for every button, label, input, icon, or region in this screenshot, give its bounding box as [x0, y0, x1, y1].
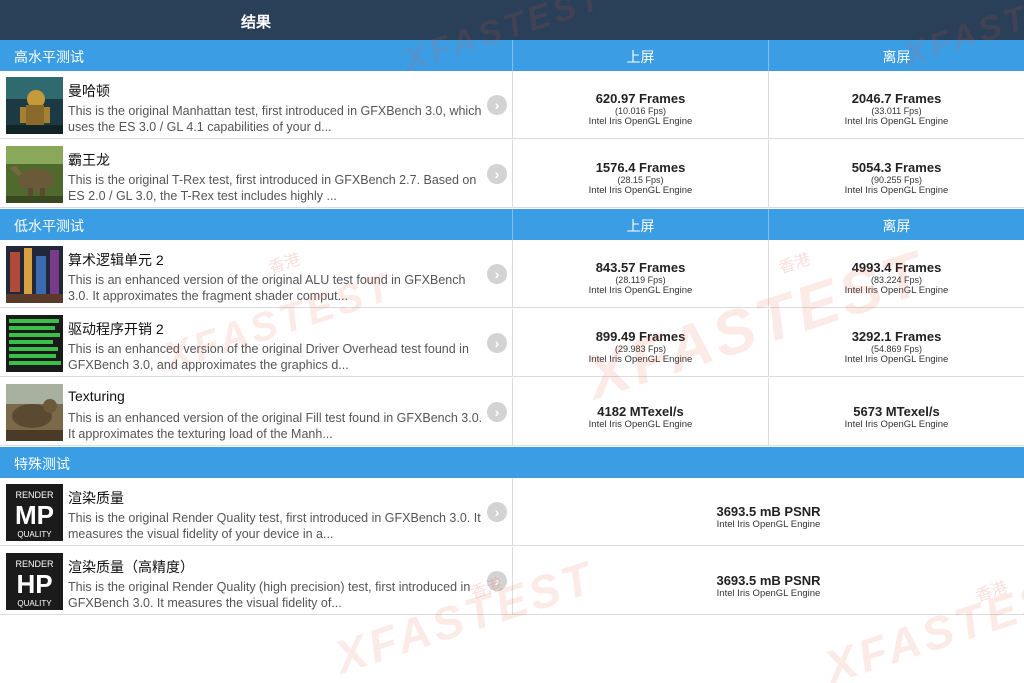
result-engine: Intel Iris OpenGL Engine: [844, 354, 949, 365]
result-fps: (54.869 Fps): [870, 344, 923, 354]
result-fps: (28.15 Fps): [617, 175, 664, 185]
test-row-render-quality-high-precision[interactable]: RENDER HP QUALITY 渲染质量（高精度） This is the …: [0, 547, 1024, 615]
column-label-onscreen: 上屏: [626, 218, 655, 234]
test-description: This is the original Manhattan test, fir…: [68, 104, 482, 134]
test-row-t-rex[interactable]: 霸王龙 This is the original T-Rex test, fir…: [0, 140, 1024, 208]
test-description: This is the original Render Quality test…: [68, 511, 481, 541]
result-fps: (33.011 Fps): [871, 106, 922, 116]
onscreen-result: 4182 MTexel/s Intel Iris OpenGL Engine: [513, 378, 768, 446]
render-quality-hp-result: 3693.5 mB PSNR Intel Iris OpenGL Engine: [513, 547, 1024, 615]
chevron-right-icon[interactable]: ›: [487, 502, 507, 522]
result-fps: (29.983 Fps): [614, 344, 667, 354]
manhattan-thumbnail: [6, 77, 63, 134]
test-description: This is an enhanced version of the origi…: [68, 411, 483, 441]
render-quality-result: 3693.5 mB PSNR Intel Iris OpenGL Engine: [513, 478, 1024, 546]
t-rex-thumbnail: [6, 146, 63, 203]
chevron-right-icon[interactable]: ›: [487, 333, 507, 353]
result-engine: Intel Iris OpenGL Engine: [844, 419, 949, 430]
offscreen-result: 2046.7 Frames (33.011 Fps) Intel Iris Op…: [769, 71, 1024, 139]
result-engine: Intel Iris OpenGL Engine: [588, 285, 693, 296]
onscreen-result: 899.49 Frames (29.983 Fps) Intel Iris Op…: [513, 309, 768, 377]
test-name: 霸王龙: [68, 152, 110, 168]
chevron-right-icon[interactable]: ›: [487, 264, 507, 284]
chevron-right-icon[interactable]: ›: [487, 164, 507, 184]
offscreen-result: 5673 MTexel/s Intel Iris OpenGL Engine: [769, 378, 1024, 446]
test-name: 算术逻辑单元 2: [68, 252, 164, 268]
results-header-bar: 结果: [0, 0, 1024, 40]
result-frames: 620.97 Frames: [595, 91, 686, 106]
offscreen-result: 3292.1 Frames (54.869 Fps) Intel Iris Op…: [769, 309, 1024, 377]
result-engine: Intel Iris OpenGL Engine: [716, 588, 821, 599]
result-engine: Intel Iris OpenGL Engine: [588, 419, 693, 430]
result-frames: 843.57 Frames: [595, 260, 686, 275]
onscreen-result: 843.57 Frames (28.119 Fps) Intel Iris Op…: [513, 240, 768, 308]
result-frames: 5054.3 Frames: [851, 160, 942, 175]
test-name: 渲染质量: [68, 490, 124, 506]
result-engine: Intel Iris OpenGL Engine: [844, 116, 949, 127]
texturing-thumbnail: [6, 384, 63, 441]
result-texel-rate: 4182 MTexel/s: [597, 404, 684, 419]
result-fps: (10.016 Fps): [614, 106, 667, 116]
result-engine: Intel Iris OpenGL Engine: [844, 185, 949, 196]
test-description: This is the original T-Rex test, first i…: [68, 173, 477, 203]
test-row-driver-overhead-2[interactable]: 驱动程序开销 2 This is an enhanced version of …: [0, 309, 1024, 377]
result-psnr: 3693.5 mB PSNR: [716, 573, 821, 588]
section-header-special: 特殊测试: [0, 447, 1024, 478]
render-quality-hp-icon: RENDER HP QUALITY: [6, 553, 63, 610]
section-title: 高水平测试: [14, 49, 84, 65]
svg-text:QUALITY: QUALITY: [17, 530, 52, 539]
svg-text:HP: HP: [16, 569, 52, 599]
section-title: 低水平测试: [14, 218, 84, 234]
chevron-right-icon[interactable]: ›: [487, 95, 507, 115]
test-description: This is the original Render Quality (hig…: [68, 580, 471, 610]
result-frames: 3292.1 Frames: [851, 329, 942, 344]
test-row-render-quality[interactable]: RENDER MP QUALITY 渲染质量 This is the origi…: [0, 478, 1024, 546]
page-title: 结果: [240, 14, 271, 31]
test-description: This is an enhanced version of the origi…: [68, 342, 469, 372]
onscreen-result: 620.97 Frames (10.016 Fps) Intel Iris Op…: [513, 71, 768, 139]
svg-text:QUALITY: QUALITY: [17, 599, 52, 608]
section-title: 特殊测试: [14, 456, 70, 472]
column-label-offscreen: 离屏: [882, 49, 911, 65]
test-name: 渲染质量（高精度）: [68, 559, 194, 575]
column-label-onscreen: 上屏: [626, 49, 655, 65]
onscreen-result: 1576.4 Frames (28.15 Fps) Intel Iris Ope…: [513, 140, 768, 208]
result-fps: (28.119 Fps): [615, 275, 666, 285]
svg-text:RENDER: RENDER: [15, 559, 54, 569]
test-name: Texturing: [68, 388, 125, 404]
result-engine: Intel Iris OpenGL Engine: [588, 185, 693, 196]
result-engine: Intel Iris OpenGL Engine: [844, 285, 949, 296]
result-texel-rate: 5673 MTexel/s: [853, 404, 940, 419]
chevron-right-icon[interactable]: ›: [487, 571, 507, 591]
svg-text:MP: MP: [15, 500, 54, 530]
svg-text:RENDER: RENDER: [15, 490, 54, 500]
column-label-offscreen: 离屏: [882, 218, 911, 234]
test-description: This is an enhanced version of the origi…: [68, 273, 466, 303]
test-row-texturing[interactable]: Texturing This is an enhanced version of…: [0, 378, 1024, 446]
result-fps: (90.255 Fps): [870, 175, 923, 185]
result-psnr: 3693.5 mB PSNR: [716, 504, 821, 519]
alu-thumbnail: [6, 246, 63, 303]
render-quality-mp-icon: RENDER MP QUALITY: [6, 484, 63, 541]
section-header-low-level: 低水平测试 上屏 离屏: [0, 209, 1024, 240]
result-engine: Intel Iris OpenGL Engine: [588, 116, 693, 127]
offscreen-result: 5054.3 Frames (90.255 Fps) Intel Iris Op…: [769, 140, 1024, 208]
driver-overhead-thumbnail: [6, 315, 63, 372]
result-frames: 1576.4 Frames: [595, 160, 686, 175]
result-engine: Intel Iris OpenGL Engine: [716, 519, 821, 530]
chevron-right-icon[interactable]: ›: [487, 402, 507, 422]
result-frames: 4993.4 Frames: [851, 260, 942, 275]
test-row-manhattan[interactable]: 曼哈顿 This is the original Manhattan test,…: [0, 71, 1024, 139]
result-fps: (83.224 Fps): [870, 275, 923, 285]
result-engine: Intel Iris OpenGL Engine: [588, 354, 693, 365]
test-row-alu-2[interactable]: 算术逻辑单元 2 This is an enhanced version of …: [0, 240, 1024, 308]
result-frames: 899.49 Frames: [595, 329, 686, 344]
result-frames: 2046.7 Frames: [851, 91, 942, 106]
test-name: 驱动程序开销 2: [68, 321, 164, 337]
offscreen-result: 4993.4 Frames (83.224 Fps) Intel Iris Op…: [769, 240, 1024, 308]
test-name: 曼哈顿: [68, 83, 110, 99]
section-header-high-level: 高水平测试 上屏 离屏: [0, 40, 1024, 71]
